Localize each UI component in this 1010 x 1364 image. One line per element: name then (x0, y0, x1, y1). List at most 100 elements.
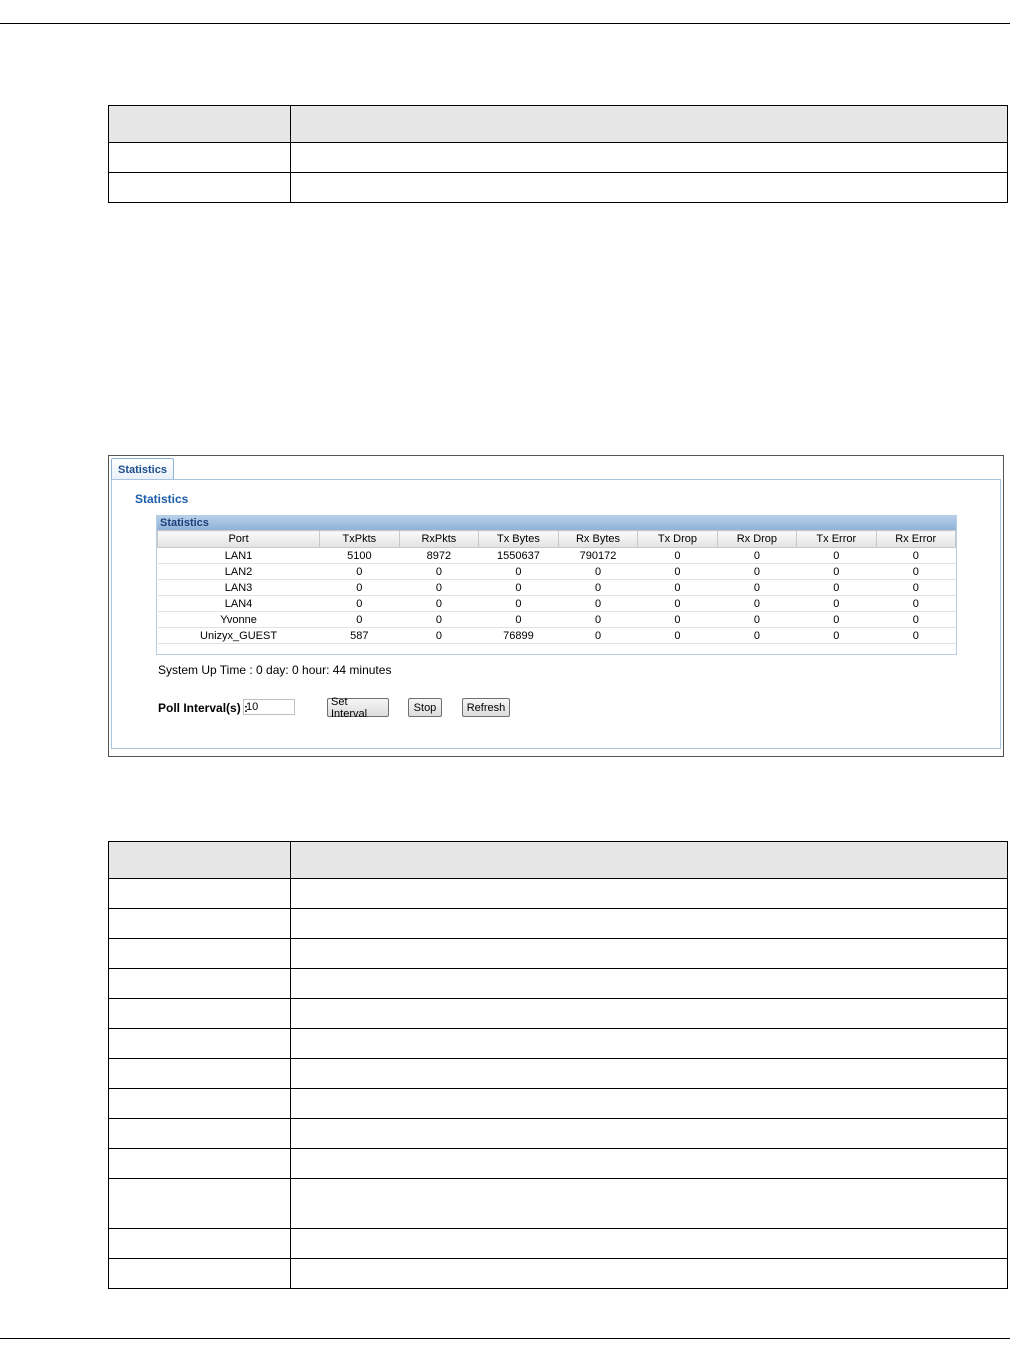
statistics-screenshot: Statistics Statistics Statistics Port Tx… (108, 455, 1004, 757)
table-row (108, 1088, 1008, 1119)
table-row: LAN1 5100 8972 1550637 790172 0 0 0 0 (157, 547, 956, 564)
reference-table-bottom (108, 841, 1008, 1289)
poll-interval-label: Poll Interval(s) : (158, 701, 249, 715)
value-cell: 0 (637, 595, 718, 612)
value-cell: 0 (796, 611, 876, 628)
statistics-box: Statistics Port TxPkts RxPkts Tx Bytes R… (156, 515, 957, 655)
value-cell: 0 (637, 547, 718, 564)
value-cell: 0 (796, 579, 876, 596)
stop-button[interactable]: Stop (408, 698, 442, 717)
table-row: LAN3 0 0 0 0 0 0 0 0 (157, 579, 956, 596)
table-row (108, 1258, 1008, 1289)
table-row: LAN2 0 0 0 0 0 0 0 0 (157, 563, 956, 580)
value-cell: 0 (717, 547, 797, 564)
value-cell: 0 (876, 579, 956, 596)
value-cell: 0 (876, 563, 956, 580)
tab-statistics[interactable]: Statistics (111, 458, 174, 480)
column-header: Rx Bytes (557, 530, 639, 548)
value-cell: 0 (876, 627, 956, 644)
value-cell: 0 (876, 547, 956, 564)
value-cell: 0 (876, 595, 956, 612)
value-cell: 0 (319, 579, 400, 596)
statistics-header-row: Port TxPkts RxPkts Tx Bytes Rx Bytes Tx … (156, 530, 956, 548)
set-interval-button[interactable]: Set Interval (327, 696, 389, 720)
value-cell: 587 (319, 627, 400, 644)
port-cell: LAN2 (157, 563, 320, 580)
table-row (108, 1118, 1008, 1149)
value-cell: 0 (399, 595, 479, 612)
value-cell: 0 (399, 627, 479, 644)
value-cell: 0 (399, 579, 479, 596)
column-header: Tx Drop (637, 530, 718, 548)
value-cell: 0 (637, 611, 718, 628)
value-cell: 0 (399, 611, 479, 628)
value-cell: 0 (319, 563, 400, 580)
value-cell: 0 (478, 611, 559, 628)
table-row (108, 878, 1008, 909)
value-cell: 0 (796, 595, 876, 612)
value-cell: 0 (717, 563, 797, 580)
value-cell: 0 (796, 563, 876, 580)
statistics-table: Port TxPkts RxPkts Tx Bytes Rx Bytes Tx … (156, 530, 956, 644)
table-row (108, 1148, 1008, 1179)
value-cell: 0 (717, 579, 797, 596)
statistics-panel: Statistics Statistics Port TxPkts RxPkts… (111, 479, 1001, 749)
value-cell: 0 (717, 595, 797, 612)
value-cell: 5100 (319, 547, 400, 564)
column-header: Port (156, 530, 321, 548)
refresh-button[interactable]: Refresh (462, 698, 510, 717)
column-header: TxPkts (319, 530, 400, 548)
column-header: Tx Bytes (478, 530, 559, 548)
table-row (108, 1228, 1008, 1259)
table-row (108, 968, 1008, 999)
statistics-box-header: Statistics (157, 516, 956, 530)
table-header-row (108, 841, 1008, 879)
table-row: Unizyx_GUEST 587 0 76899 0 0 0 0 0 (157, 627, 956, 644)
column-header: Rx Error (875, 530, 956, 548)
value-cell: 0 (478, 595, 559, 612)
value-cell: 0 (637, 579, 718, 596)
value-cell: 0 (319, 595, 400, 612)
table-header-row (108, 105, 1008, 143)
table-row (108, 142, 1008, 173)
column-header: RxPkts (398, 530, 480, 548)
table-row (108, 908, 1008, 939)
poll-interval-input[interactable]: 10 (243, 699, 295, 715)
value-cell: 0 (717, 611, 797, 628)
value-cell: 0 (319, 611, 400, 628)
value-cell: 0 (399, 563, 479, 580)
table-row (108, 1178, 1008, 1229)
value-cell: 0 (637, 627, 718, 644)
value-cell: 0 (796, 627, 876, 644)
port-cell: LAN1 (157, 547, 320, 564)
value-cell: 0 (558, 563, 638, 580)
value-cell: 0 (558, 579, 638, 596)
value-cell: 0 (478, 579, 559, 596)
value-cell: 8972 (399, 547, 479, 564)
value-cell: 76899 (478, 627, 559, 644)
system-up-time: System Up Time : 0 day: 0 hour: 44 minut… (158, 663, 392, 677)
value-cell: 0 (717, 627, 797, 644)
value-cell: 0 (558, 627, 638, 644)
table-row (108, 1028, 1008, 1059)
column-header: Tx Error (796, 530, 877, 548)
table-row (108, 938, 1008, 969)
table-row (108, 172, 1008, 203)
port-cell: Unizyx_GUEST (157, 627, 320, 644)
table-row (108, 1058, 1008, 1089)
value-cell: 0 (558, 611, 638, 628)
table-row (108, 998, 1008, 1029)
column-header: Rx Drop (716, 530, 798, 548)
port-cell: LAN3 (157, 579, 320, 596)
value-cell: 0 (558, 595, 638, 612)
panel-title: Statistics (135, 492, 189, 506)
value-cell: 0 (478, 563, 559, 580)
reference-table-top (108, 105, 1008, 203)
header-rule (0, 23, 1010, 24)
value-cell: 0 (637, 563, 718, 580)
port-cell: LAN4 (157, 595, 320, 612)
table-row: Yvonne 0 0 0 0 0 0 0 0 (157, 611, 956, 628)
port-cell: Yvonne (157, 611, 320, 628)
value-cell: 0 (876, 611, 956, 628)
value-cell: 0 (796, 547, 876, 564)
